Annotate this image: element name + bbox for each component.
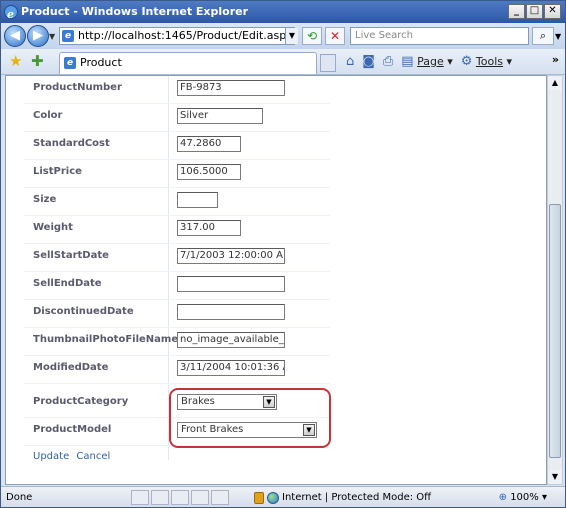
field-label: ProductModel: [33, 424, 112, 435]
standardcost-input[interactable]: 47.2860: [177, 136, 241, 152]
address-bar-area: ◀ ▶ ▼ e http://localhost:1465/Product/Ed…: [1, 23, 565, 49]
form-row: Color Silver: [24, 104, 330, 132]
history-dropdown-icon[interactable]: ▼: [49, 32, 55, 41]
field-label: ProductNumber: [33, 82, 122, 93]
status-segment: [131, 490, 149, 505]
status-segment: [151, 490, 169, 505]
thumbnailphotofilename-input[interactable]: no_image_available_sma: [177, 332, 285, 348]
address-text: http://localhost:1465/Product/Edit.aspx?…: [78, 29, 295, 42]
page-content: ProductNumber FB-9873 Color Silver Stand…: [5, 75, 547, 485]
vertical-scrollbar[interactable]: ▲ ▼: [547, 75, 563, 485]
field-label: StandardCost: [33, 138, 110, 149]
refresh-button[interactable]: ⟲: [302, 27, 322, 45]
page-icon: ▤: [401, 54, 414, 69]
field-label: SellEndDate: [33, 278, 102, 289]
status-segment: [171, 490, 189, 505]
print-icon[interactable]: ⎙: [383, 54, 393, 69]
status-segment: [211, 490, 229, 505]
feeds-icon[interactable]: ◙: [362, 54, 375, 69]
status-bar: Done Internet | Protected Mode: Off ⊕ 10…: [1, 486, 565, 507]
title-bar: e Product - Windows Internet Explorer _ …: [1, 1, 565, 23]
field-label: Color: [33, 110, 63, 121]
update-link[interactable]: Update: [33, 451, 69, 462]
discontinueddate-input[interactable]: [177, 304, 285, 320]
search-input[interactable]: Live Search: [350, 27, 529, 45]
protected-mode-icon: [254, 491, 264, 504]
zoom-level: 100%: [510, 492, 539, 503]
modifieddate-input[interactable]: 3/11/2004 10:01:36 AM: [177, 360, 285, 376]
field-label: Weight: [33, 222, 73, 233]
form-row: DiscontinuedDate: [24, 300, 330, 328]
form-row: SellStartDate 7/1/2003 12:00:00 AM: [24, 244, 330, 272]
scroll-down-icon[interactable]: ▼: [548, 470, 562, 484]
zone-text: Internet | Protected Mode: Off: [282, 492, 432, 503]
window-title: Product - Windows Internet Explorer: [21, 5, 249, 18]
field-label: Size: [33, 194, 57, 205]
search-dropdown-icon[interactable]: ▼: [555, 32, 561, 41]
forward-button[interactable]: ▶: [27, 25, 49, 47]
field-label: ProductCategory: [33, 396, 129, 407]
field-label: DiscontinuedDate: [33, 306, 134, 317]
chevron-more-icon[interactable]: »: [552, 53, 559, 66]
field-label: SellStartDate: [33, 250, 109, 261]
form-row: Size: [24, 188, 330, 216]
cancel-link[interactable]: Cancel: [76, 451, 110, 462]
add-favorites-icon[interactable]: ✚: [31, 52, 44, 70]
page-icon: e: [62, 30, 74, 42]
security-zone[interactable]: Internet | Protected Mode: Off: [254, 488, 431, 507]
sellstartdate-input[interactable]: 7/1/2003 12:00:00 AM: [177, 248, 285, 264]
address-dropdown-icon[interactable]: ▼: [285, 28, 298, 44]
zoom-icon: ⊕: [498, 492, 507, 503]
form-actions: Update Cancel: [33, 451, 114, 462]
stop-button[interactable]: ✕: [325, 27, 345, 45]
form-row: Weight 317.00: [24, 216, 330, 244]
listprice-input[interactable]: 106.5000: [177, 164, 241, 180]
field-label: ListPrice: [33, 166, 82, 177]
form-row: ProductNumber FB-9873: [24, 76, 330, 104]
form-row: StandardCost 47.2860: [24, 132, 330, 160]
productnumber-input[interactable]: FB-9873: [177, 80, 285, 96]
size-input[interactable]: [177, 192, 218, 208]
address-input[interactable]: e http://localhost:1465/Product/Edit.asp…: [59, 27, 295, 45]
search-icon[interactable]: ⌕: [532, 27, 554, 45]
chevron-down-icon: ▾: [541, 492, 547, 503]
favorites-bar: ★ ✚ e Product ⌂ ◙ ⎙ ▤ Page ▾ ⚙ Tools ▾ »: [1, 49, 565, 75]
form-row: ModifiedDate 3/11/2004 10:01:36 AM: [24, 356, 330, 384]
home-icon[interactable]: ⌂: [346, 54, 354, 69]
scroll-thumb[interactable]: [549, 204, 561, 458]
scroll-up-icon[interactable]: ▲: [548, 76, 562, 90]
form-row: ListPrice 106.5000: [24, 160, 330, 188]
minimize-button[interactable]: _: [508, 4, 525, 19]
color-input[interactable]: Silver: [177, 108, 263, 124]
page-menu[interactable]: ▤ Page ▾: [401, 54, 452, 69]
status-text: Done: [6, 492, 33, 503]
highlight-callout: [169, 388, 331, 448]
ie-logo-icon: e: [4, 5, 18, 21]
tab-product[interactable]: e Product: [59, 52, 317, 74]
favorites-star-icon[interactable]: ★: [9, 52, 22, 70]
form-row: ThumbnailPhotoFileName no_image_availabl…: [24, 328, 330, 356]
zoom-control[interactable]: ⊕ 100% ▾: [499, 488, 547, 507]
internet-zone-icon: [267, 491, 279, 504]
form-row: SellEndDate: [24, 272, 330, 300]
back-button[interactable]: ◀: [4, 25, 26, 47]
sellenddate-input[interactable]: [177, 276, 285, 292]
field-label: ModifiedDate: [33, 362, 109, 373]
status-segment: [191, 490, 209, 505]
browser-window: e Product - Windows Internet Explorer _ …: [0, 0, 566, 508]
gear-icon: ⚙: [460, 54, 473, 69]
tab-label: Product: [80, 56, 122, 69]
new-tab-button[interactable]: [320, 54, 336, 72]
weight-input[interactable]: 317.00: [177, 220, 241, 236]
close-button[interactable]: ✕: [544, 4, 561, 19]
tools-menu[interactable]: ⚙ Tools ▾: [461, 54, 512, 69]
tab-page-icon: e: [64, 57, 76, 69]
field-label: ThumbnailPhotoFileName: [33, 334, 179, 345]
maximize-button[interactable]: □: [526, 4, 543, 19]
